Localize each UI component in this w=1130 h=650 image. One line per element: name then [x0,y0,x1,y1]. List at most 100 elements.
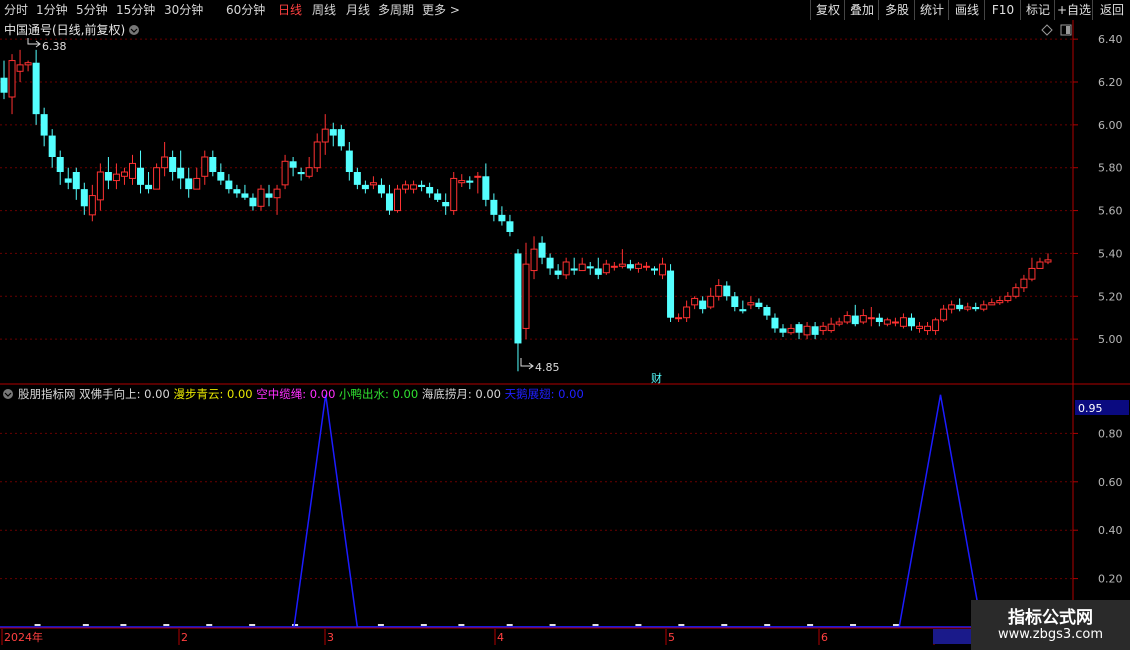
toolbar-button-0[interactable]: 复权 [810,0,845,20]
toolbar-button-6[interactable]: 标记 [1020,0,1055,20]
toolbar-button-4[interactable]: 画线 [948,0,985,20]
title-dropdown-icon[interactable] [129,25,139,35]
period-tab-7[interactable]: 周线 [312,2,336,18]
toolbar-button-2[interactable]: 多股 [878,0,915,20]
high-price-label: 6.38 [42,40,67,53]
candle-body [763,307,771,316]
candle-body [80,189,88,207]
period-toolbar: 分时 1分钟 5分钟 15分钟 30分钟 60分钟 日线 周线 月线 多周期 更多 > 复权 叠加 多股统… [0,0,1130,21]
toolbar-button-8[interactable]: 返回 [1092,0,1130,20]
period-tab-10[interactable]: 更多 > [422,2,460,18]
candle-body [811,326,819,335]
candle-body [1028,267,1036,280]
watermark-title: 指标公式网 [1008,608,1093,628]
period-tab-4[interactable]: 30分钟 [164,2,203,18]
candle-body [771,317,779,329]
candle-body [867,317,875,320]
period-tab-9[interactable]: 多周期 [378,2,414,18]
signal-marker [850,624,857,626]
toolbar-button-7[interactable]: +自选 [1054,0,1093,20]
candle-body [899,317,907,327]
candle-body [32,62,40,115]
candle-body [426,187,434,194]
signal-marker [82,624,89,626]
low-price-label: 4.85 [535,361,560,374]
time-tick-label: 5 [668,631,675,644]
candle-body [169,157,177,172]
candle-body [755,302,763,307]
candle-body [675,317,683,320]
candle-body [940,308,948,321]
candle-body [377,184,385,194]
signal-marker [206,624,213,626]
candle-body [104,172,112,181]
candle-body [273,188,281,199]
candle-body [972,307,980,310]
candle-body [161,156,169,169]
candle-body [642,265,650,268]
candle-body [249,197,257,207]
candle-body [891,321,899,324]
toolbar-button-3[interactable]: 统计 [914,0,949,20]
candle-body [948,304,956,310]
candle-body [64,178,72,183]
chart-area: 5.00 5.20 5.40 5.60 5.80 6.00 6.20 6.40 0.20 0.4… [0,20,1130,650]
candle-body [450,177,458,212]
candle-body [120,171,128,177]
signal-marker [506,624,513,626]
candle-body [739,309,747,312]
candle-body [506,221,514,232]
candle-body [650,268,658,271]
candle-body [72,172,80,190]
period-tab-8[interactable]: 月线 [346,2,370,18]
candle-body [329,129,337,136]
candle-body [996,300,1004,304]
candle-body [88,195,96,216]
candle-body [843,315,851,323]
indicator-legend-item: 空中缆绳: 0.00 [256,387,339,401]
signal-marker [377,624,384,626]
candle-body [16,64,24,72]
candle-body [321,128,329,143]
candle-body [8,60,16,98]
period-tab-0[interactable]: 分时 [4,2,28,18]
finance-marker[interactable]: 财 [651,371,662,385]
price-tick-label: 5.80 [1098,162,1123,175]
candle-body [667,270,675,318]
indicator-dropdown-icon[interactable] [3,389,13,399]
candle-body [779,328,787,333]
period-tab-5[interactable]: 60分钟 [226,2,265,18]
candle-body [369,182,377,186]
period-tab-3[interactable]: 15分钟 [116,2,155,18]
price-tick-label: 5.40 [1098,247,1123,260]
signal-marker [678,624,685,626]
toolbar-button-5[interactable]: F10 [984,0,1021,20]
indicator-legend[interactable]: 股朋指标网 双佛手向上: 0.00 漫步青云: 0.00 空中缆绳: 0.00 … [18,387,584,401]
price-tick-label: 5.60 [1098,205,1123,218]
period-tab-1[interactable]: 1分钟 [36,2,68,18]
candle-body [201,156,209,177]
stock-title[interactable]: 中国通号(日线,前复权) [4,22,125,37]
time-tick-label: 4 [497,631,504,644]
period-tab-2[interactable]: 5分钟 [76,2,108,18]
signal-marker [34,624,41,626]
panel-toggle-icon-fill [1066,26,1070,34]
candle-body [482,176,490,200]
indicator-legend-item: 天鹅展翅: 0.00 [505,387,584,401]
candle-body [96,171,104,201]
candle-body [217,172,225,181]
period-tab-6[interactable]: 日线 [278,2,302,18]
candle-body [353,172,361,185]
candle-body [699,300,707,310]
candle-body [514,253,522,344]
signal-marker [721,624,728,626]
candle-body [795,324,803,333]
signal-marker [635,624,642,626]
time-tick-label: 2024年 [4,630,43,644]
candle-body [859,315,867,323]
toolbar-button-1[interactable]: 叠加 [844,0,879,20]
candle-body [883,319,891,325]
candle-body [1020,278,1028,289]
candle-body [827,323,835,332]
time-tick-label: 2 [181,631,188,644]
